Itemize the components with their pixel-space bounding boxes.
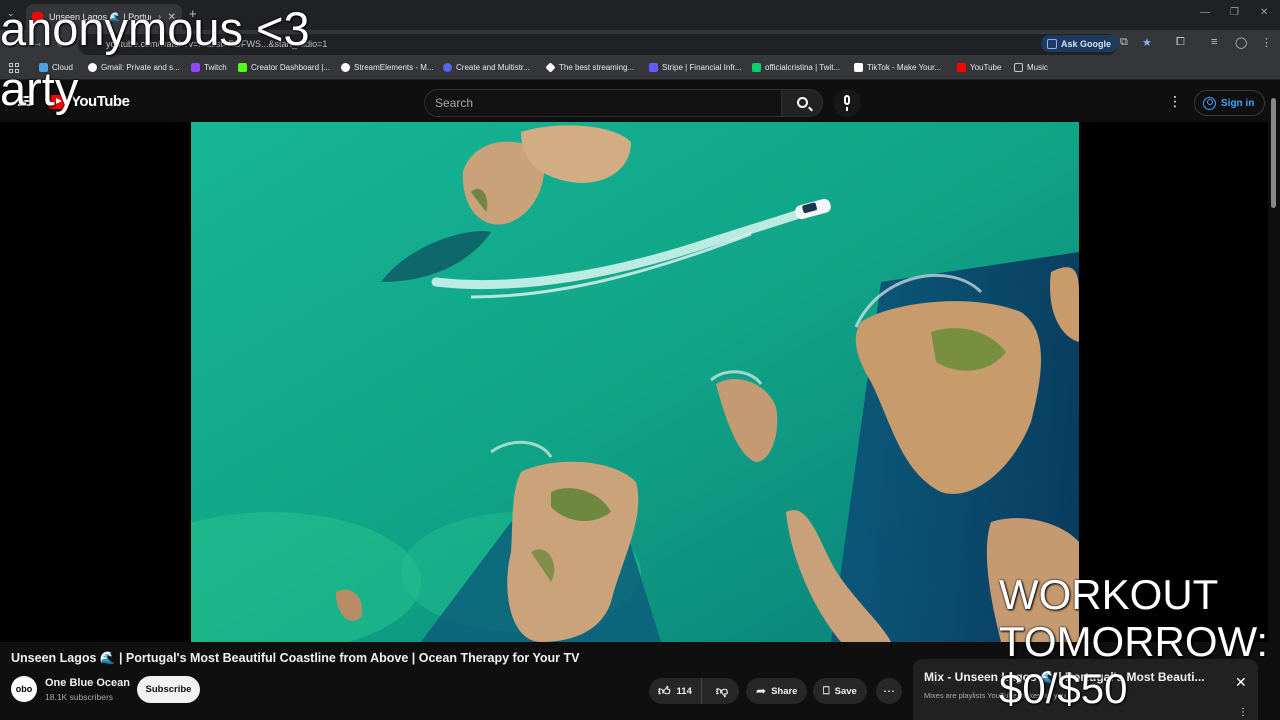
bookmark-streaming[interactable]: The best streaming... [545, 62, 635, 73]
coastline-scene-image [191, 122, 1079, 642]
ask-google-label: Ask Google [1061, 38, 1112, 49]
twitch-green-icon [752, 63, 761, 72]
stripe-icon [649, 63, 658, 72]
bookmarks-bar: Cloud Gmail: Private and s... Twitch Cre… [0, 58, 1280, 80]
bookmark-creator-dashboard[interactable]: Creator Dashboard |... [238, 63, 330, 72]
minimize-icon[interactable]: — [1200, 7, 1210, 18]
ask-google-button[interactable]: Ask Google [1041, 35, 1120, 52]
bookmark-restream[interactable]: Create and Multistr... [443, 63, 530, 72]
browser-menu-icon[interactable]: ⋮ [1261, 36, 1272, 49]
screen: ⌄ Unseen Lagos 🌊 | Portuga ♪ ✕ + — ❐ ✕ ←… [0, 0, 1280, 720]
ellipsis-icon: ⋯ [883, 684, 895, 698]
youtube-header: YouTube ⋮ Sign in [0, 80, 1280, 122]
media-controls-icon[interactable]: ≡ [1211, 36, 1217, 48]
share-button[interactable]: ➦ Share [746, 678, 808, 704]
video-player[interactable] [0, 122, 1268, 642]
tiktok-icon [854, 63, 863, 72]
sign-in-label: Sign in [1221, 97, 1255, 109]
scrollbar-thumb[interactable] [1271, 98, 1276, 208]
account-circle-icon [1203, 96, 1216, 110]
bookmark-label: Twitch [204, 63, 227, 72]
profile-icon[interactable]: ◯ [1235, 36, 1247, 49]
folder-icon [1014, 63, 1023, 72]
microphone-icon [844, 95, 850, 111]
bookmark-label: Music [1027, 63, 1048, 72]
twitch-icon [191, 63, 200, 72]
bookmark-label: The best streaming... [559, 63, 635, 72]
like-dislike-group: 👍︎ 114 👎︎ [649, 678, 739, 704]
settings-kebab-icon[interactable]: ⋮ [1168, 94, 1182, 108]
share-label: Share [771, 685, 798, 697]
stream-overlay-goal: WORKOUT TOMORROW: $0/$50 [999, 571, 1280, 712]
like-button[interactable]: 👍︎ 114 [649, 678, 702, 704]
restream-icon [443, 63, 452, 72]
bookmark-gmail[interactable]: Gmail: Private and s... [88, 63, 180, 72]
video-frame-aerial-coastline[interactable] [191, 122, 1079, 642]
search-icon [797, 97, 808, 108]
save-label: Save [834, 685, 857, 697]
stream-overlay-alert: anonymous <3 [0, 2, 310, 55]
bookmark-officialcristina[interactable]: officialcristina | Twit... [752, 63, 840, 72]
bookmark-label: StreamElements - M... [354, 63, 434, 72]
like-count: 114 [676, 685, 692, 697]
subscriber-count: 18.1K subscribers [45, 692, 114, 702]
search-input[interactable] [435, 94, 765, 112]
goal-text: WORKOUT TOMORROW: $0/$50 [999, 571, 1269, 712]
bookmark-star-icon[interactable]: ★ [1142, 36, 1152, 49]
install-app-icon[interactable]: ⧉ [1120, 36, 1128, 49]
window-close-icon[interactable]: ✕ [1260, 7, 1268, 18]
bookmark-twitch[interactable]: Twitch [191, 63, 227, 72]
bookmark-label: YouTube [970, 63, 1002, 72]
sign-in-button[interactable]: Sign in [1194, 90, 1266, 116]
voice-search-button[interactable] [833, 89, 861, 117]
bookmark-label: Create and Multistr... [456, 63, 530, 72]
thumbs-down-icon: 👎︎ [715, 683, 729, 698]
more-actions-button[interactable]: ⋯ [876, 678, 902, 704]
channel-name[interactable]: One Blue Ocean [45, 677, 130, 689]
dislike-button[interactable]: 👎︎ [707, 684, 737, 699]
bookmark-label: Gmail: Private and s... [101, 63, 180, 72]
google-icon [88, 63, 97, 72]
extensions-icon[interactable]: ⧠ [1176, 36, 1185, 49]
bookmark-label: TikTok - Make Your... [867, 63, 941, 72]
bookmark-tiktok[interactable]: TikTok - Make Your... [854, 63, 941, 72]
bookmark-youtube[interactable]: YouTube [957, 63, 1001, 72]
thumbs-up-icon: 👍︎ [658, 683, 671, 698]
restore-icon[interactable]: ❐ [1230, 7, 1239, 18]
bookmark-music-folder[interactable]: Music [1014, 63, 1048, 72]
bookmark-stripe[interactable]: Stripe | Financial Infr... [649, 63, 741, 72]
diamond-icon [545, 62, 556, 73]
search-box [424, 89, 782, 117]
kick-icon [238, 63, 247, 72]
streamelements-icon [341, 63, 350, 72]
save-button[interactable]: ⎕ Save [813, 678, 867, 704]
bookmark-save-icon: ⎕ [823, 684, 830, 697]
youtube-icon [957, 63, 966, 72]
bookmark-label: Stripe | Financial Infr... [662, 63, 742, 72]
bookmark-label: Creator Dashboard |... [251, 63, 331, 72]
subscribe-button[interactable]: Subscribe [137, 676, 200, 703]
search-button[interactable] [781, 89, 823, 117]
stream-overlay-name: arty [0, 62, 79, 115]
video-title: Unseen Lagos 🌊 | Portugal's Most Beautif… [11, 651, 580, 665]
bookmark-streamelements[interactable]: StreamElements - M... [341, 63, 434, 72]
channel-avatar[interactable]: obo [11, 676, 37, 702]
bookmark-label: officialcristina | Twit... [765, 63, 841, 72]
share-arrow-icon: ➦ [756, 684, 767, 698]
youtube-logo-text: YouTube [71, 93, 130, 110]
lens-icon [1047, 38, 1057, 49]
